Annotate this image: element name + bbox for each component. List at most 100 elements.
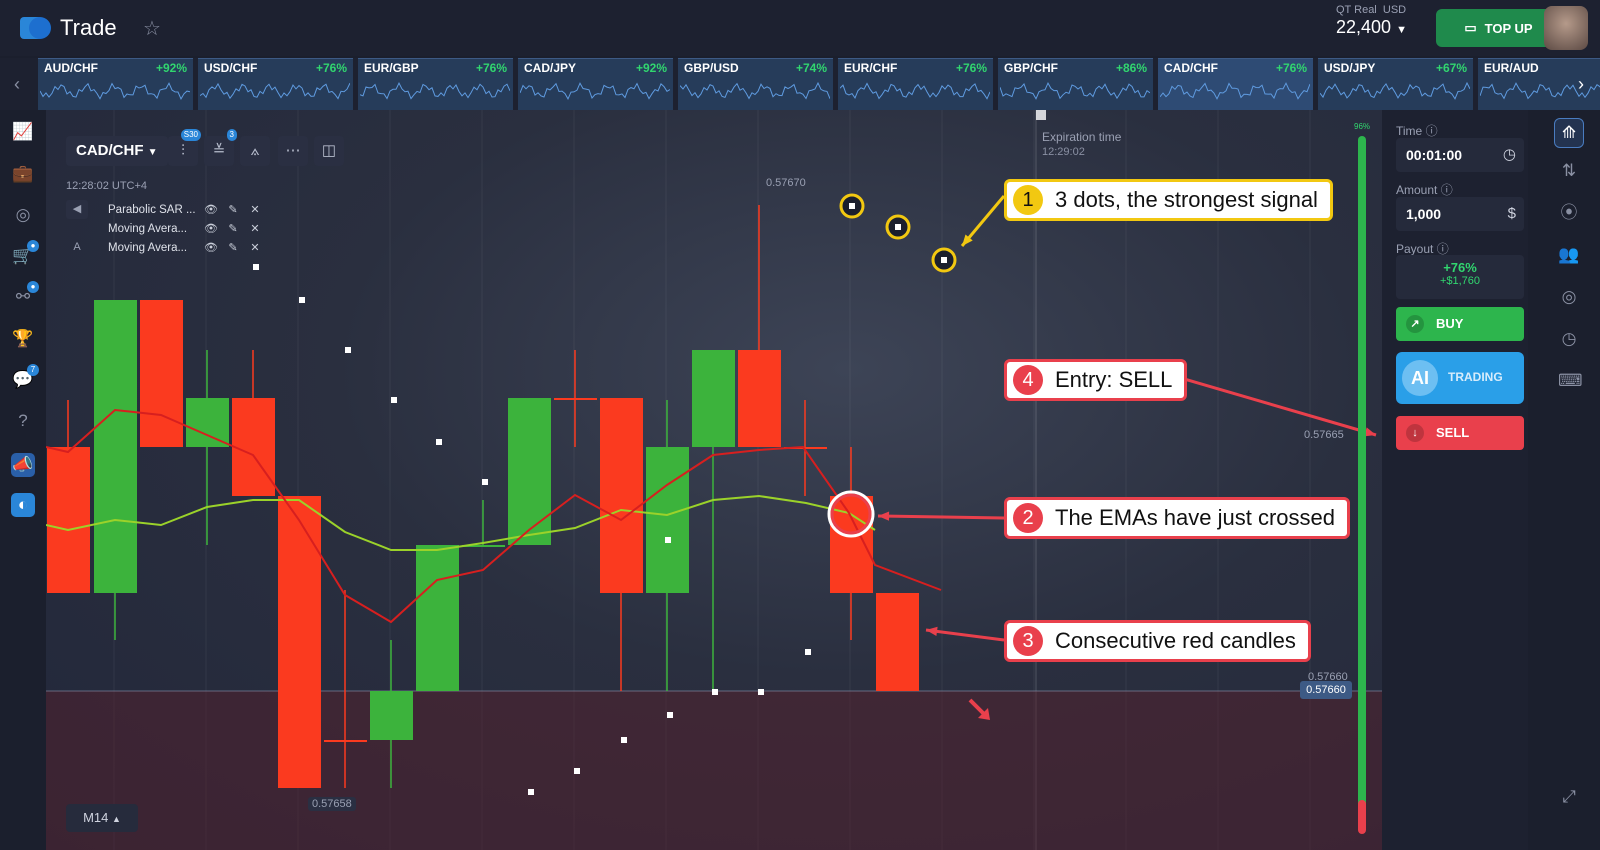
- pair-card[interactable]: CAD/JPY +92%: [518, 58, 673, 110]
- favorite-star-icon[interactable]: ☆: [143, 16, 161, 41]
- sar-dot: [895, 224, 901, 230]
- ai-trading-label: TRADING: [1448, 370, 1503, 384]
- layout-icon[interactable]: ◫: [314, 136, 344, 166]
- clock-icon[interactable]: ◷: [1503, 138, 1516, 172]
- pair-payout: +76%: [955, 61, 987, 75]
- candle-body: [876, 593, 919, 691]
- chart-icon[interactable]: 📈: [11, 120, 35, 144]
- trade-chart-icon[interactable]: ⟰: [1554, 118, 1584, 148]
- indicators-button[interactable]: ≚ 3: [204, 129, 237, 166]
- time-input[interactable]: 00:01:00 ◷: [1396, 138, 1524, 172]
- collapse-icon[interactable]: ◀: [66, 200, 88, 219]
- text-size-icon[interactable]: A: [66, 238, 88, 257]
- price-high-label: 0.57670: [766, 177, 806, 189]
- pair-card[interactable]: AUD/CHF +92%: [38, 58, 193, 110]
- sell-button[interactable]: ↓ SELL: [1396, 416, 1524, 450]
- megaphone-icon[interactable]: 📣: [11, 453, 35, 477]
- logo[interactable]: Trade: [18, 14, 117, 42]
- help-icon[interactable]: ?: [11, 409, 35, 433]
- more-icon[interactable]: ⋯: [278, 136, 308, 166]
- chevron-down-icon: ▼: [1396, 24, 1407, 36]
- candle-type-button[interactable]: ⫶ S30: [168, 129, 201, 166]
- callout-text: Entry: SELL: [1055, 367, 1173, 392]
- app-icon[interactable]: ◐: [11, 493, 35, 517]
- sar-dot: [667, 712, 673, 718]
- target-icon[interactable]: ◎: [1558, 286, 1580, 308]
- sparkline: [680, 81, 830, 100]
- callout-1: 1 3 dots, the strongest signal: [1004, 179, 1333, 221]
- account-selector[interactable]: QT Real USD 22,400 ▼: [1336, 4, 1407, 38]
- close-icon[interactable]: ✕: [244, 241, 266, 254]
- pair-card[interactable]: EUR/GBP +76%: [358, 58, 513, 110]
- pairs-strip: ‹ AUD/CHF +92% USD/CHF +76% EUR/GBP +76% CAD/J…: [0, 58, 1600, 110]
- right-sidebar: ⟰ ⇅ ⦿ 👥 ◎ ◷ ⌨ ⤢: [1528, 110, 1600, 850]
- eye-icon[interactable]: 👁: [200, 241, 222, 254]
- close-icon[interactable]: ✕: [244, 203, 266, 216]
- candle-body: [738, 350, 781, 447]
- sar-dot: [665, 537, 671, 543]
- trade-panel: 96% Time ⓘ 00:01:00 ◷ Amount ⓘ 1,000 $ P…: [1354, 110, 1528, 850]
- sentiment-label: 96%: [1354, 122, 1371, 131]
- eye-off-icon[interactable]: 👁: [200, 222, 222, 235]
- user-icon[interactable]: ◎: [11, 203, 35, 227]
- trophy-icon[interactable]: 🏆: [11, 327, 35, 351]
- indicator-row: Moving Avera... 👁 ✎ ✕: [66, 219, 266, 238]
- eye-icon[interactable]: 👁: [200, 203, 222, 216]
- avatar[interactable]: [1544, 6, 1588, 50]
- pair-card[interactable]: CAD/CHF +76%: [1158, 58, 1313, 110]
- edit-icon[interactable]: ✎: [222, 241, 244, 254]
- pair-card[interactable]: EUR/CHF +76%: [838, 58, 993, 110]
- sar-dot: [253, 264, 259, 270]
- edit-icon[interactable]: ✎: [222, 203, 244, 216]
- pair-select[interactable]: CAD/CHF ▼: [66, 136, 168, 166]
- indicator-row: A Moving Avera... 👁 ✎ ✕: [66, 238, 266, 257]
- briefcase-icon[interactable]: 💼: [11, 162, 35, 186]
- chart-clock: 12:28:02 UTC+4: [66, 180, 148, 192]
- topup-button[interactable]: ▭ TOP UP: [1436, 9, 1561, 47]
- callout-2-arrow: [877, 514, 1005, 520]
- amount-input[interactable]: 1,000 $: [1396, 197, 1524, 231]
- timeframe-label: M14: [83, 810, 109, 825]
- chat-icon[interactable]: 💬 7: [11, 364, 39, 392]
- chat-badge: 7: [27, 364, 39, 376]
- swap-icon[interactable]: ⇅: [1558, 160, 1580, 182]
- account-currency: USD: [1382, 4, 1407, 16]
- sar-dot: [482, 479, 488, 485]
- candle-body: [94, 300, 137, 593]
- pair-payout: +92%: [155, 61, 187, 75]
- history-icon[interactable]: ◷: [1558, 328, 1580, 350]
- pair-name: EUR/CHF: [844, 61, 898, 75]
- buy-label: BUY: [1436, 316, 1464, 331]
- logo-icon: [18, 14, 52, 42]
- buy-button[interactable]: ↗ BUY: [1396, 307, 1524, 341]
- network-icon[interactable]: ⚯ ●: [11, 281, 39, 309]
- pair-card[interactable]: GBP/CHF +86%: [998, 58, 1153, 110]
- pair-card[interactable]: USD/CHF +76%: [198, 58, 353, 110]
- time-label: Time: [1396, 124, 1423, 138]
- pair-name: GBP/USD: [684, 61, 739, 75]
- logo-text: Trade: [60, 15, 117, 40]
- chevron-right-icon[interactable]: ›: [1578, 74, 1584, 95]
- chart-area[interactable]: CAD/CHF ▼ ⫶ S30 ≚ 3 ⟑ ⋯ ◫ 12:28:02 UTC+4 ◀…: [46, 110, 1382, 850]
- timeframe-select[interactable]: M14 ▲: [66, 804, 138, 832]
- pair-payout: +76%: [475, 61, 507, 75]
- ai-trading-button[interactable]: AI TRADING: [1396, 352, 1524, 404]
- sar-dot: [345, 347, 351, 353]
- cart-icon[interactable]: 🛒 ●: [11, 240, 39, 268]
- close-icon[interactable]: ✕: [244, 222, 266, 235]
- pair-payout: +67%: [1435, 61, 1467, 75]
- fullscreen-icon[interactable]: ⤢: [1558, 786, 1580, 808]
- edit-icon[interactable]: ✎: [222, 222, 244, 235]
- pair-payout: +92%: [635, 61, 667, 75]
- keyboard-icon[interactable]: ⌨: [1558, 370, 1583, 392]
- amount-value: 1,000: [1406, 206, 1442, 222]
- pair-card[interactable]: USD/JPY +67%: [1318, 58, 1473, 110]
- pair-card[interactable]: GBP/USD +74%: [678, 58, 833, 110]
- dollar-icon[interactable]: $: [1508, 197, 1516, 231]
- chevron-left-icon[interactable]: ‹: [14, 74, 20, 95]
- pair-name: USD/JPY: [1324, 61, 1376, 75]
- users-icon[interactable]: 👥: [1558, 244, 1580, 266]
- indicator-name: Moving Avera...: [108, 241, 188, 254]
- signal-icon[interactable]: ⦿: [1558, 202, 1580, 224]
- drawing-tool-button[interactable]: ⟑: [240, 136, 270, 166]
